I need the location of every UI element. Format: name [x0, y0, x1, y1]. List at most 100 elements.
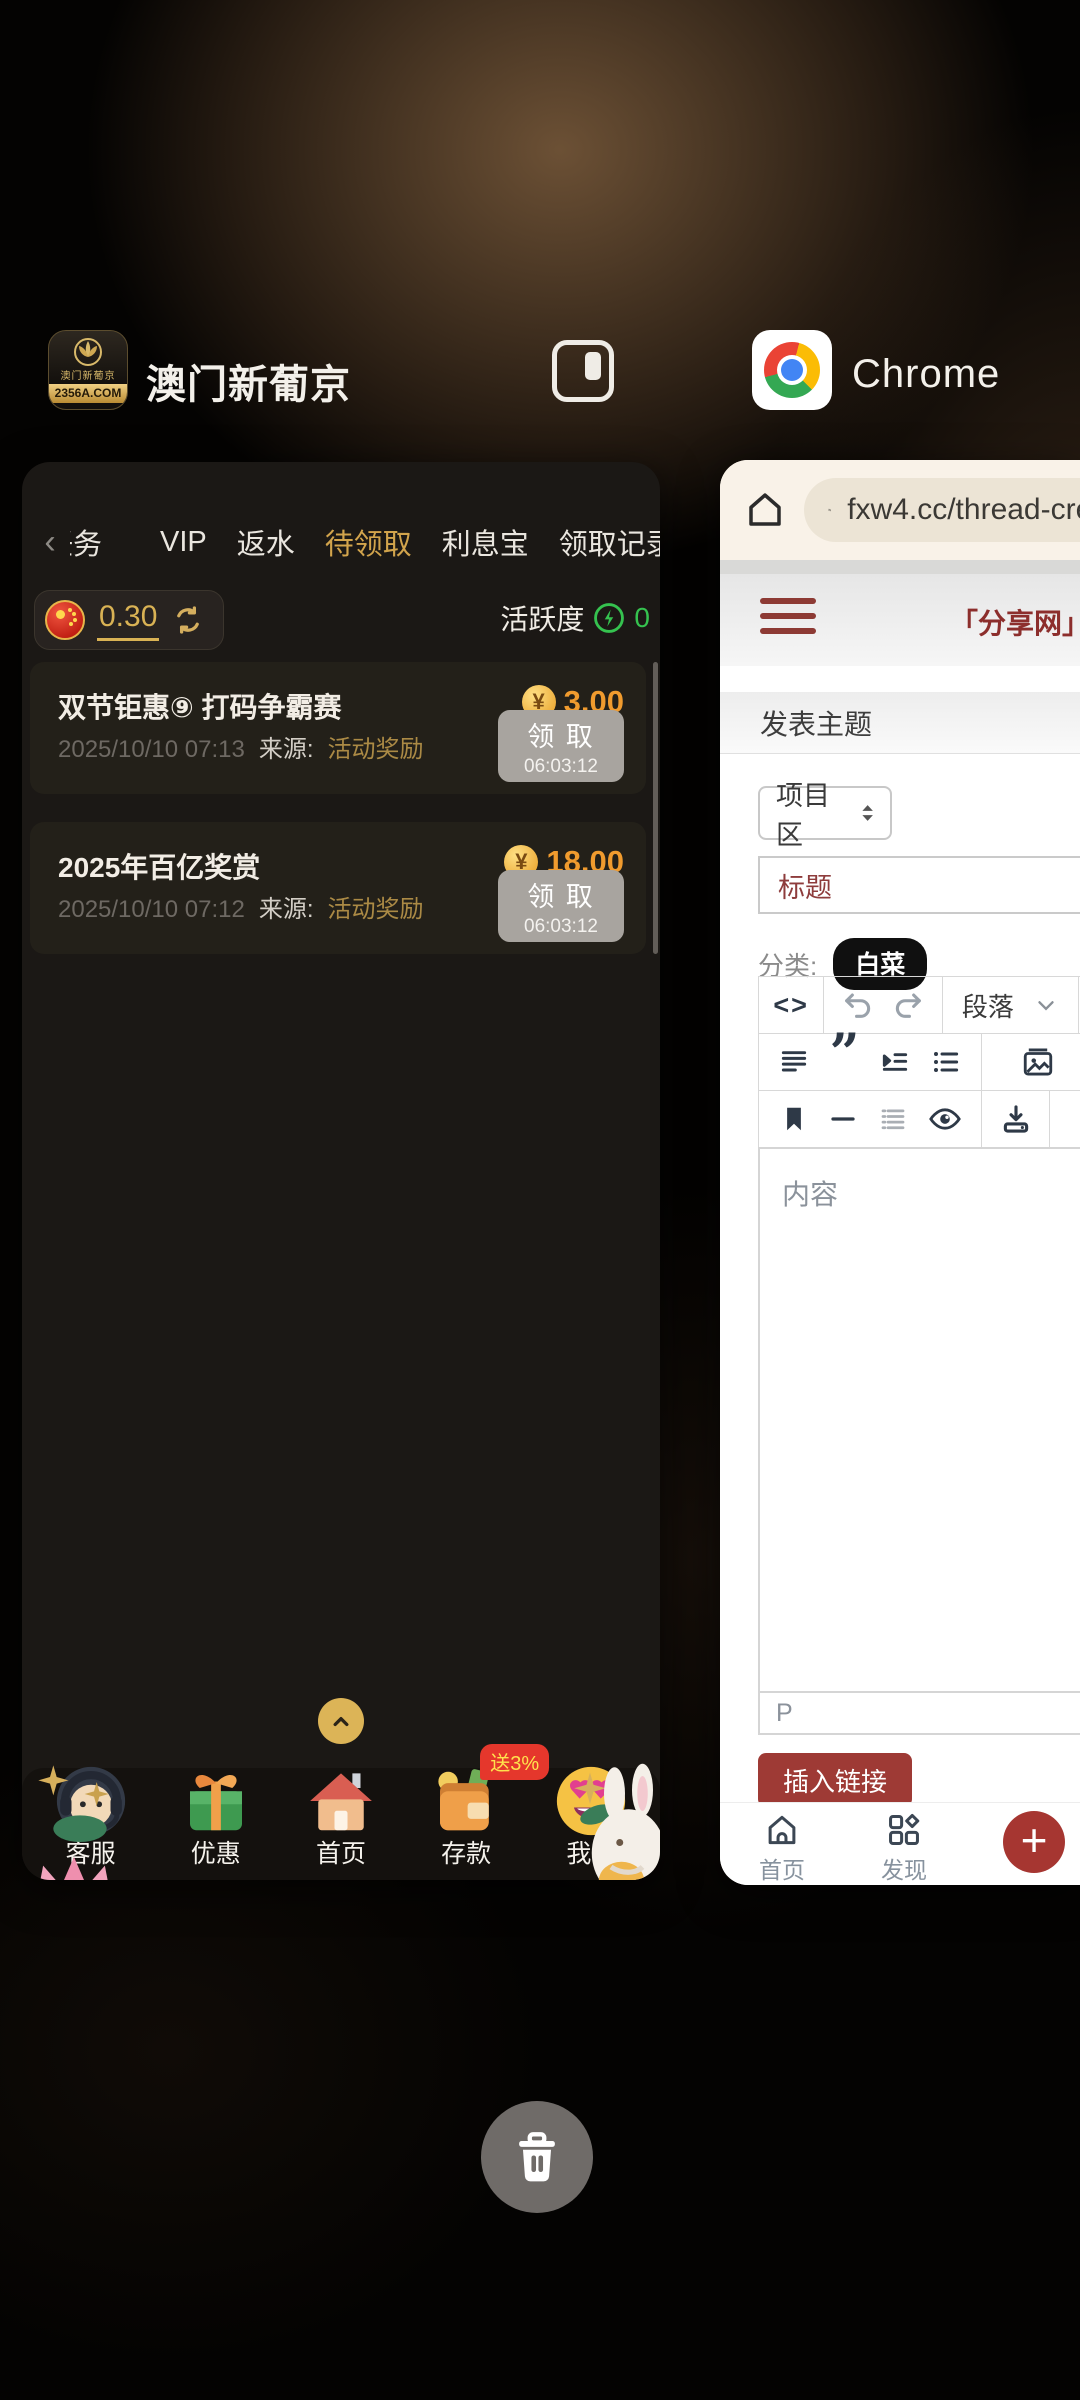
casino-bottom-nav: 客服 优惠 首页	[22, 1768, 660, 1880]
nav-item-youhui[interactable]: 优惠	[161, 1808, 271, 1870]
reward-card: 2025年百亿奖赏 ¥ 18.00 2025/10/10 07:12 来源: 活…	[30, 822, 646, 954]
url-text: fxw4.cc/thread-create	[847, 493, 1080, 527]
scroll-to-top-button[interactable]	[318, 1698, 364, 1744]
claim-button[interactable]: 领 取 06:03:12	[498, 870, 624, 942]
download-icon[interactable]	[999, 1102, 1033, 1136]
reward-title: 双节钜惠⑨ 打码争霸赛	[58, 686, 342, 726]
editor-toolbar: <> 段落 T ”	[758, 976, 1080, 1148]
nav-item-shouye[interactable]: 首页	[286, 1808, 396, 1870]
refresh-icon[interactable]	[171, 603, 205, 637]
undo-icon[interactable]	[841, 988, 875, 1022]
code-button[interactable]: <>	[759, 977, 824, 1033]
content-editor[interactable]: 内容	[758, 1147, 1080, 1693]
nav-item-wode[interactable]: 我的	[536, 1808, 646, 1870]
reward-source: 活动奖励	[328, 889, 424, 924]
forum-select[interactable]: 项目区	[758, 786, 892, 840]
appicon-domain: 2356A.COM	[49, 384, 127, 403]
window-mode-icon[interactable]	[552, 340, 614, 402]
tab-renwu[interactable]: 任务	[70, 521, 130, 563]
claim-countdown: 06:03:12	[524, 916, 598, 938]
reward-title: 2025年百亿奖赏	[58, 846, 260, 886]
tab-vip[interactable]: VIP	[160, 526, 207, 559]
title-placeholder: 标题	[778, 866, 832, 905]
insert-link-button[interactable]: 插入链接	[758, 1753, 912, 1807]
reward-source-label: 来源:	[259, 729, 314, 764]
activity-value: 0	[634, 602, 650, 634]
post-form: 发表主题 项目区 标题 分类: 白菜 <>	[720, 666, 1080, 1802]
clear-all-button[interactable]	[481, 2101, 593, 2213]
discover-grid-icon	[885, 1811, 923, 1849]
align-icon[interactable]	[778, 1046, 810, 1078]
browser-toolbar: fxw4.cc/thread-create	[720, 460, 1080, 560]
tab-lixibao[interactable]: 利息宝	[442, 521, 529, 563]
tab-lingqujilu[interactable]: 领取记录	[559, 521, 660, 563]
promo-tabbar: ‹ 任务 VIP 返水 待领取 利息宝 领取记录	[22, 502, 660, 582]
tab-fanshui[interactable]: 返水	[237, 521, 295, 563]
nav-item-kefu[interactable]: 客服	[36, 1808, 146, 1870]
house-icon	[302, 1762, 380, 1840]
home-nav-icon	[763, 1811, 801, 1849]
activity-label: 活跃度	[500, 598, 584, 638]
reward-date: 2025/10/10 07:12	[58, 896, 245, 924]
code-icon: <>	[773, 990, 809, 1021]
flag-coin-icon	[45, 600, 85, 640]
reward-source-label: 来源:	[259, 889, 314, 924]
balance-amount: 0.30	[97, 600, 159, 641]
balance-row: 0.30 活跃度 0	[22, 590, 660, 650]
indent-icon[interactable]	[879, 1046, 911, 1078]
chrome-app-card[interactable]: fxw4.cc/thread-create 「分享网」项 发表主题 项目区 标题	[720, 460, 1080, 1885]
trash-icon	[508, 2128, 566, 2186]
redo-icon[interactable]	[891, 988, 925, 1022]
deposit-bonus-badge: 送3%	[480, 1744, 549, 1780]
paragraph-dropdown[interactable]: 段落	[943, 977, 1079, 1033]
new-post-button[interactable]: +	[1003, 1811, 1065, 1873]
site-settings-icon	[828, 493, 831, 527]
back-chevron-icon[interactable]: ‹	[30, 523, 70, 562]
site-header: 「分享网」项	[720, 574, 1080, 666]
url-bar[interactable]: fxw4.cc/thread-create	[804, 478, 1080, 542]
chevron-up-icon	[327, 1707, 355, 1735]
site-title: 「分享网」项	[950, 602, 1080, 642]
editor-status-bar: P	[758, 1693, 1080, 1735]
home-outline-icon[interactable]	[744, 489, 786, 531]
chrome-app-icon[interactable]	[752, 330, 832, 410]
chevron-down-icon	[1033, 992, 1059, 1018]
balance-pill[interactable]: 0.30	[34, 590, 224, 650]
recents-screen: 澳门新葡京 2356A.COM 澳门新葡京 Chrome ‹ 任务 VIP 返水…	[0, 0, 1080, 2400]
site-nav-discover[interactable]: 发现	[859, 1811, 949, 1885]
chrome-logo-icon	[764, 342, 820, 398]
casino-app-icon[interactable]: 澳门新葡京 2356A.COM	[48, 330, 128, 410]
plus-icon: +	[1021, 1817, 1048, 1863]
headset-icon	[52, 1762, 130, 1840]
toolbar-divider	[720, 560, 1080, 574]
nav-item-cunkuan[interactable]: 送3% 存款	[411, 1808, 521, 1870]
claim-button[interactable]: 领 取 06:03:12	[498, 710, 624, 782]
blockquote-icon[interactable]: ”	[830, 1049, 860, 1075]
activity-bolt-icon	[592, 601, 626, 635]
bookmark-icon[interactable]	[779, 1104, 809, 1134]
horizontal-rule-icon[interactable]	[828, 1104, 858, 1134]
image-icon[interactable]	[1021, 1045, 1055, 1079]
preview-eye-icon[interactable]	[928, 1102, 962, 1136]
site-bottom-nav: 首页 发现 +	[720, 1802, 1080, 1885]
claim-countdown: 06:03:12	[524, 756, 598, 778]
gift-icon	[177, 1762, 255, 1840]
reward-date: 2025/10/10 07:13	[58, 736, 245, 764]
select-arrows-icon	[855, 800, 880, 826]
menu-icon[interactable]	[760, 598, 816, 643]
title-input[interactable]: 标题	[758, 856, 1080, 914]
element-path-tag: P	[776, 1699, 793, 1728]
page-heading-bar: 发表主题	[720, 692, 1080, 754]
casino-app-card[interactable]: ‹ 任务 VIP 返水 待领取 利息宝 领取记录 0.30 活跃度	[22, 462, 660, 1880]
lotus-emblem-icon	[71, 337, 105, 367]
heart-eyes-emoji-icon	[552, 1762, 630, 1840]
more-tools-button[interactable]: •••	[1050, 1091, 1080, 1147]
reward-source: 活动奖励	[328, 729, 424, 764]
site-nav-home[interactable]: 首页	[737, 1811, 827, 1885]
bullet-list-icon[interactable]	[930, 1046, 962, 1078]
outline-list-icon[interactable]	[878, 1104, 908, 1134]
tab-dailingqu[interactable]: 待领取	[325, 521, 412, 563]
reward-card: 双节钜惠⑨ 打码争霸赛 ¥ 3.00 2025/10/10 07:13 来源: …	[30, 662, 646, 794]
appicon-name: 澳门新葡京	[61, 367, 116, 382]
scrollbar[interactable]	[653, 662, 658, 954]
